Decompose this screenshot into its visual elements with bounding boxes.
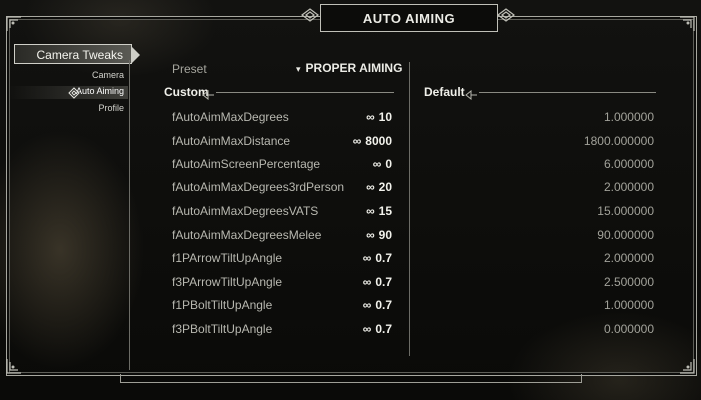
column-divider <box>409 62 410 356</box>
section-arrow-icon <box>202 87 216 101</box>
setting-name: f3PArrowTiltUpAngle <box>172 275 283 289</box>
setting-name: fAutoAimMaxDegrees <box>172 110 289 124</box>
setting-default: 2.000000 <box>603 251 654 265</box>
setting-value: 20 <box>378 180 392 194</box>
nav-item-profile[interactable]: Profile <box>8 103 128 116</box>
bottom-bar <box>120 374 582 383</box>
nav-item-label: Profile <box>98 103 124 113</box>
infinity-icon: ∞ <box>366 204 375 218</box>
infinity-icon: ∞ <box>372 157 382 171</box>
nav-divider <box>129 60 130 370</box>
selected-indicator-icon <box>68 87 80 99</box>
corner-ornament-icon <box>5 357 23 375</box>
setting-value: 0.7 <box>375 298 392 312</box>
setting-value: 0.7 <box>375 251 392 265</box>
setting-value-slider[interactable]: ∞ 20 <box>322 180 392 194</box>
setting-value: 90 <box>378 228 392 242</box>
infinity-icon: ∞ <box>366 110 375 124</box>
setting-value: 10 <box>378 110 392 124</box>
setting-value-slider[interactable]: ∞ 90 <box>322 228 392 242</box>
setting-default: 1.000000 <box>603 110 654 124</box>
setting-value-slider[interactable]: ∞ 8000 <box>322 134 392 148</box>
setting-value-slider[interactable]: ∞ 10 <box>322 110 392 124</box>
nav-main-label: Camera Tweaks <box>36 48 123 62</box>
nav-item-camera[interactable]: Camera <box>8 70 128 83</box>
setting-default: 1.000000 <box>603 298 654 312</box>
section-custom-line <box>216 92 394 93</box>
setting-default: 2.500000 <box>603 275 654 289</box>
preset-label: Preset <box>172 62 207 76</box>
setting-default: 15.000000 <box>597 204 654 218</box>
page-title-text: AUTO AIMING <box>362 10 456 26</box>
infinity-icon: ∞ <box>362 251 372 265</box>
setting-name: fAutoAimMaxDegreesMelee <box>172 228 322 242</box>
setting-value: 0 <box>385 157 392 171</box>
setting-name: f3PBoltTiltUpAngle <box>172 322 273 336</box>
preset-value: PROPER AIMING <box>305 61 403 75</box>
setting-value: 0.7 <box>375 322 392 336</box>
setting-value-slider[interactable]: ∞ 0.7 <box>322 298 392 312</box>
dropdown-caret-icon: ▾ <box>296 64 301 74</box>
setting-default: 2.000000 <box>603 180 654 194</box>
section-default-label: Default <box>424 85 465 99</box>
setting-name: f1PBoltTiltUpAngle <box>172 298 273 312</box>
nav-item-auto-aiming[interactable]: Auto Aiming <box>8 86 128 99</box>
infinity-icon: ∞ <box>366 180 375 194</box>
setting-value-slider[interactable]: ∞ 0.7 <box>322 322 392 336</box>
infinity-icon: ∞ <box>362 298 372 312</box>
setting-name: fAutoAimMaxDegreesVATS <box>172 204 319 218</box>
setting-default: 0.000000 <box>603 322 654 336</box>
title-ornament-icon <box>300 8 320 22</box>
nav-item-label: Auto Aiming <box>75 86 124 96</box>
setting-value: 8000 <box>365 134 392 148</box>
setting-value-slider[interactable]: ∞ 0 <box>322 157 392 171</box>
section-arrow-icon <box>465 87 479 101</box>
setting-name: fAutoAimMaxDistance <box>172 134 291 148</box>
nav-item-label: Camera <box>91 70 124 80</box>
setting-value: 15 <box>378 204 392 218</box>
setting-value-slider[interactable]: ∞ 0.7 <box>322 275 392 289</box>
corner-ornament-icon <box>678 15 696 33</box>
setting-default: 1800.000000 <box>583 134 654 148</box>
setting-value-slider[interactable]: ∞ 0.7 <box>322 251 392 265</box>
setting-value-slider[interactable]: ∞ 15 <box>322 204 392 218</box>
setting-default: 6.000000 <box>603 157 654 171</box>
infinity-icon: ∞ <box>366 228 375 242</box>
corner-ornament-icon <box>678 357 696 375</box>
setting-name: f1PArrowTiltUpAngle <box>172 251 283 265</box>
infinity-icon: ∞ <box>362 322 372 336</box>
nav-camera-tweaks[interactable]: Camera Tweaks <box>14 44 140 64</box>
infinity-icon: ∞ <box>352 134 362 148</box>
title-ornament-icon <box>496 8 516 22</box>
setting-value: 0.7 <box>375 275 392 289</box>
infinity-icon: ∞ <box>362 275 372 289</box>
section-default-line <box>479 92 656 93</box>
corner-ornament-icon <box>5 15 23 33</box>
setting-default: 90.000000 <box>597 228 654 242</box>
setting-name: fAutoAimMaxDegrees3rdPerson <box>172 180 345 194</box>
setting-name: fAutoAimScreenPercentage <box>172 157 321 171</box>
preset-dropdown[interactable]: ▾ PROPER AIMING <box>296 61 402 75</box>
page-title: AUTO AIMING <box>320 4 498 32</box>
